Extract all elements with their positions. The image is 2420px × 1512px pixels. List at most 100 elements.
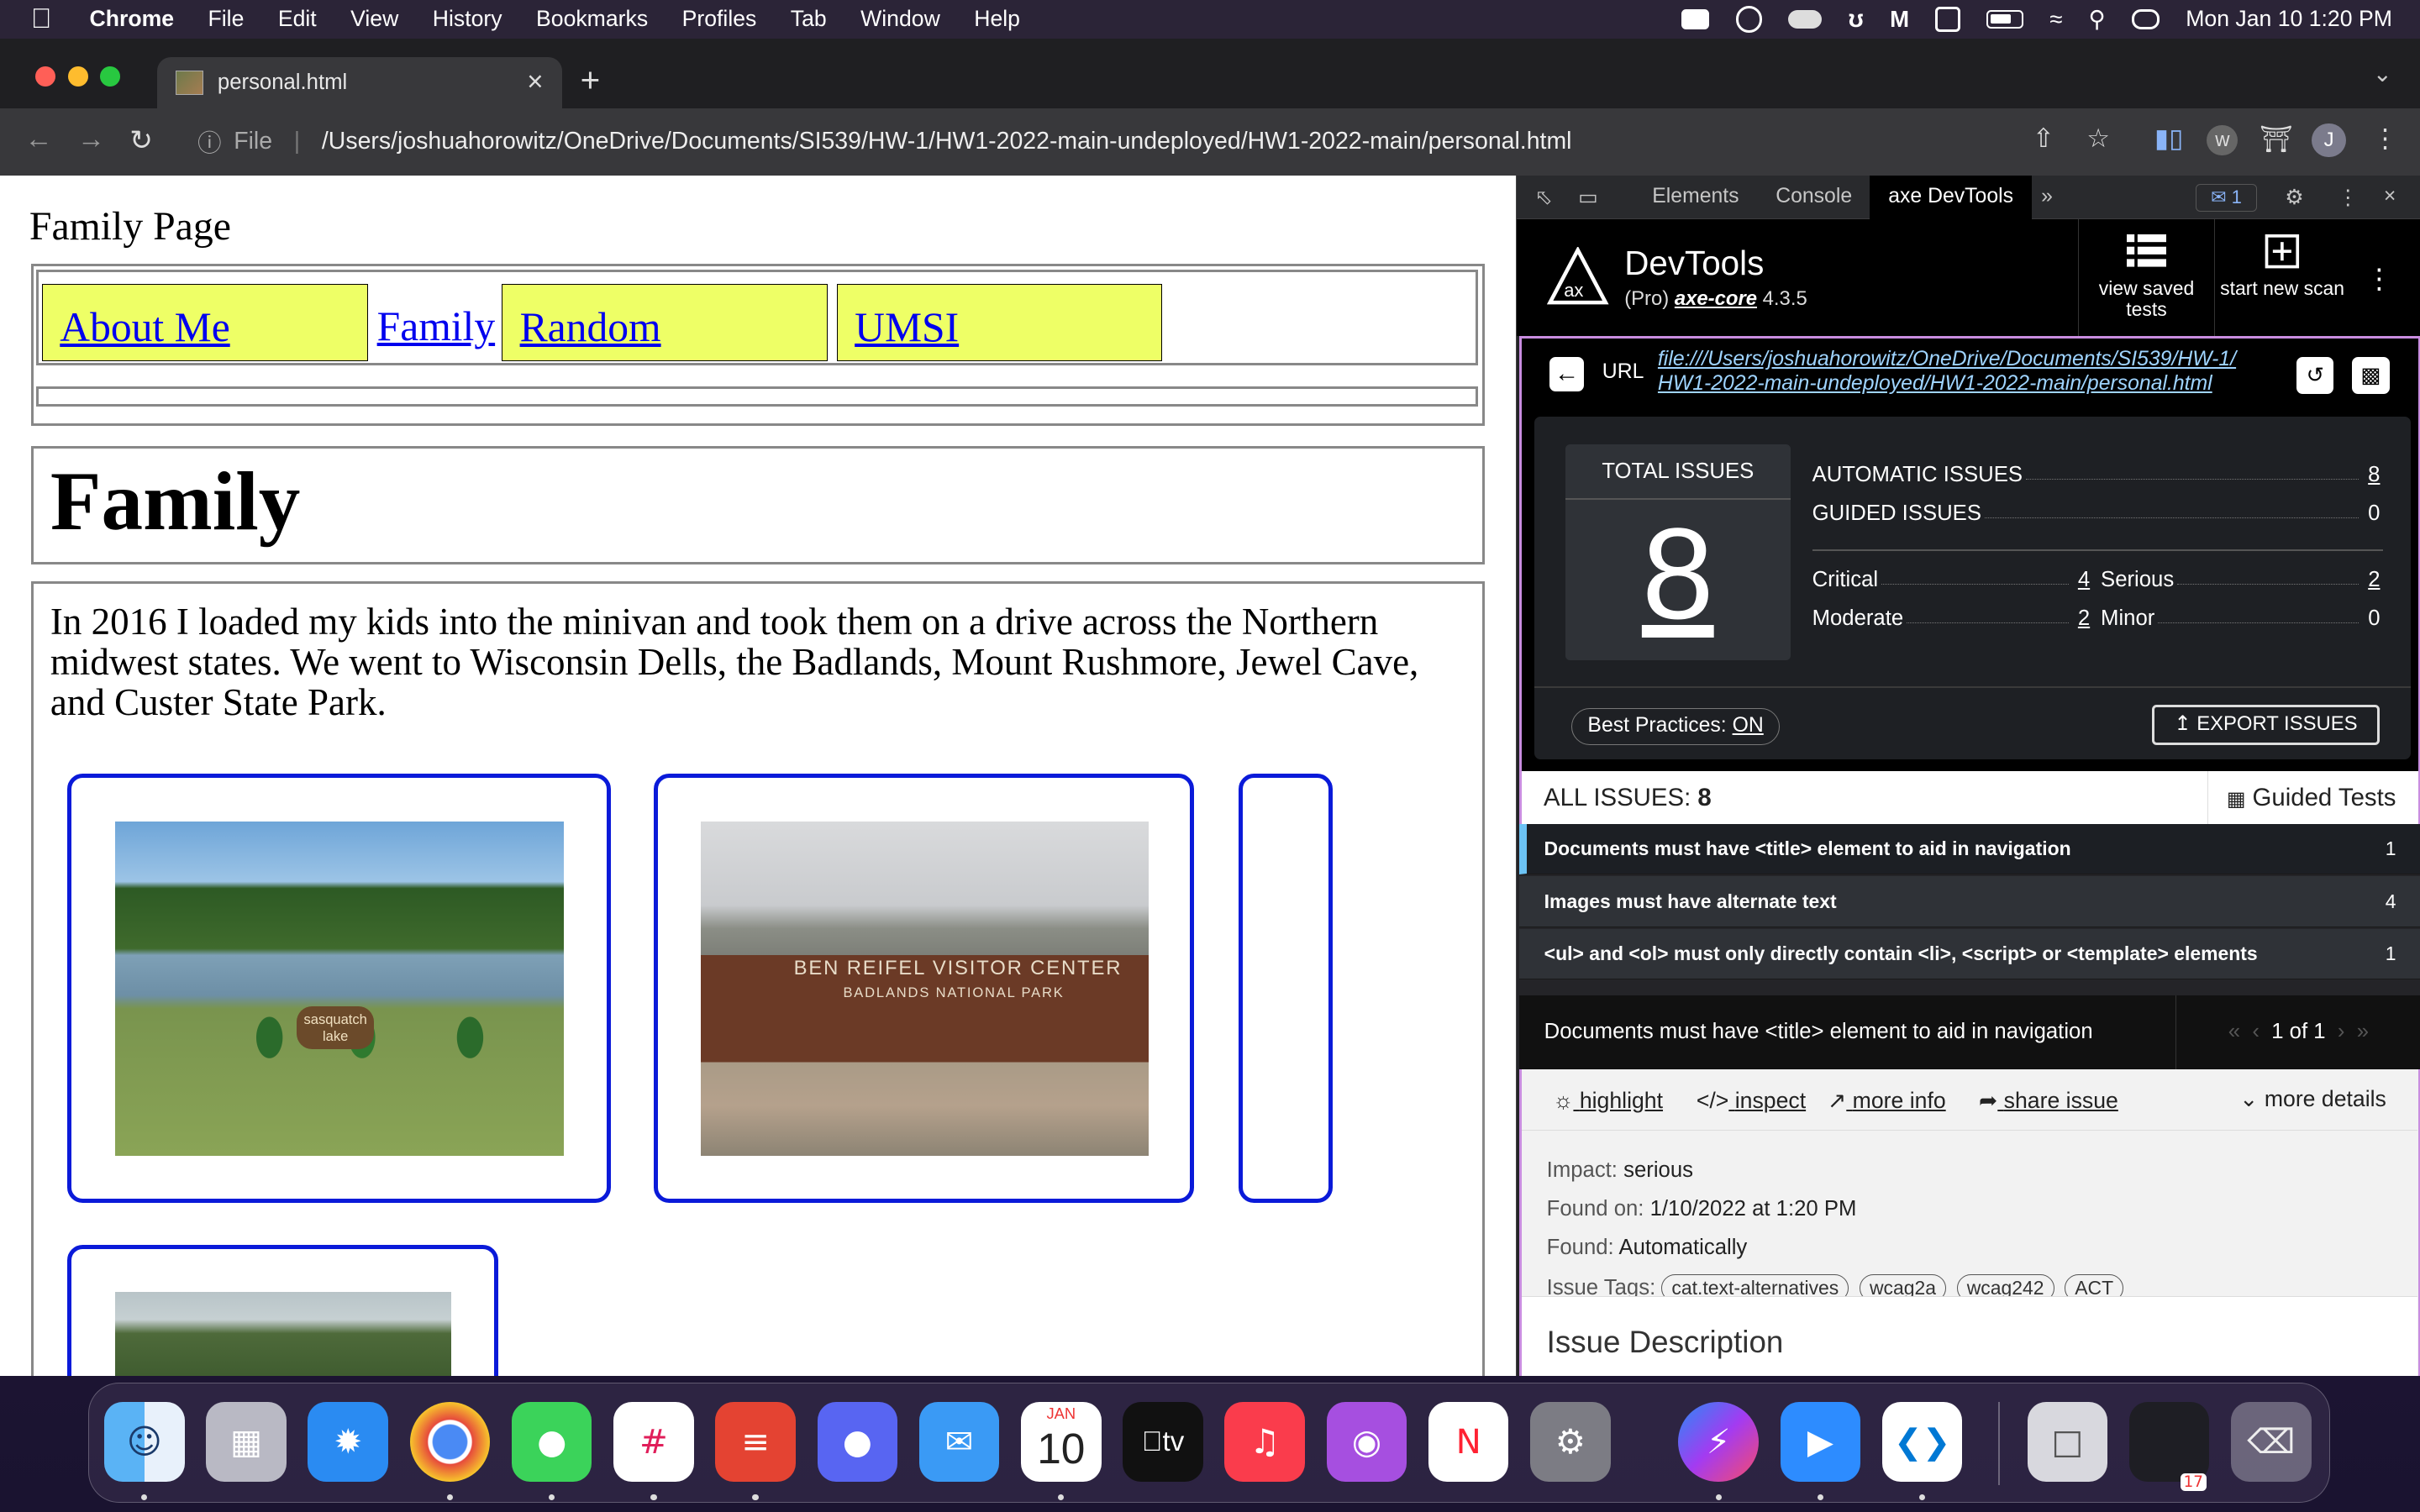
- zoom-icon[interactable]: ▶: [1780, 1401, 1861, 1483]
- menu-edit[interactable]: Edit: [278, 6, 317, 32]
- close-tab-icon[interactable]: ×: [527, 66, 543, 98]
- critical-count[interactable]: 4: [2078, 568, 2090, 592]
- last-page-icon[interactable]: »: [2357, 1020, 2369, 1043]
- battery-icon[interactable]: [1986, 9, 2023, 29]
- minimize-window-button[interactable]: [67, 66, 88, 87]
- save-scan-icon[interactable]: ▩: [2352, 357, 2390, 395]
- documents-folder-icon[interactable]: □: [2027, 1401, 2108, 1483]
- devtools-menu-icon[interactable]: ⋮: [2338, 185, 2359, 210]
- clock[interactable]: Mon Jan 10 1:20 PM: [2186, 6, 2392, 32]
- next-page-icon[interactable]: ›: [2338, 1020, 2345, 1043]
- more-details-toggle[interactable]: ⌄ more details: [2239, 1086, 2386, 1112]
- first-page-icon[interactable]: «: [2228, 1020, 2240, 1043]
- settings-gear-icon[interactable]: ⚙: [2285, 185, 2303, 210]
- menu-history[interactable]: History: [433, 6, 502, 32]
- recent-screenshot-icon[interactable]: 17: [2128, 1401, 2210, 1492]
- menu-app-name[interactable]: Chrome: [89, 6, 174, 32]
- view-saved-tests-button[interactable]: view saved tests: [2078, 218, 2214, 337]
- wifi-icon[interactable]: ≈: [2049, 6, 2062, 33]
- menu-tab[interactable]: Tab: [791, 6, 827, 32]
- tab-axe-devtools[interactable]: axe DevTools: [1870, 176, 2033, 219]
- close-window-button[interactable]: [35, 66, 56, 87]
- chrome-icon[interactable]: [409, 1401, 491, 1483]
- trash-icon[interactable]: ⌫: [2231, 1401, 2312, 1483]
- tab-elements[interactable]: Elements: [1652, 185, 1739, 208]
- site-info-icon[interactable]: ⓘ: [197, 124, 221, 159]
- menu-help[interactable]: Help: [974, 6, 1020, 32]
- share-icon[interactable]: ⇧: [2033, 123, 2054, 154]
- rescan-icon[interactable]: ↺: [2296, 357, 2334, 395]
- control-center-icon[interactable]: [2131, 9, 2160, 29]
- issue-row[interactable]: <ul> and <ol> must only directly contain…: [1519, 928, 2420, 980]
- start-new-scan-button[interactable]: start new scan: [2213, 218, 2350, 337]
- device-toolbar-icon[interactable]: ▭: [1578, 185, 1597, 210]
- best-practices-value[interactable]: ON: [1733, 714, 1764, 737]
- zoom-tray-icon[interactable]: [1681, 9, 1710, 29]
- forward-icon[interactable]: →: [77, 123, 105, 155]
- system-preferences-icon[interactable]: ⚙: [1530, 1401, 1611, 1483]
- share-issue-button[interactable]: ➦ share issue: [1979, 1088, 2118, 1114]
- finder-icon[interactable]: ☺: [104, 1401, 185, 1483]
- podcasts-icon[interactable]: ◉: [1326, 1401, 1407, 1483]
- vscode-icon[interactable]: ❮❯: [1881, 1401, 1963, 1483]
- issue-row[interactable]: Documents must have <title> element to a…: [1519, 823, 2420, 875]
- calendar-icon[interactable]: JAN 10: [1021, 1401, 1102, 1483]
- safari-icon[interactable]: ✹: [308, 1401, 388, 1483]
- spotlight-icon[interactable]: ⚲: [2089, 6, 2106, 33]
- extensions-puzzle-icon[interactable]: ⛩: [2260, 123, 2293, 155]
- export-issues-button[interactable]: ↥ EXPORT ISSUES: [2151, 705, 2381, 746]
- highlight-button[interactable]: ☼ highlight: [1553, 1088, 1663, 1114]
- menu-window[interactable]: Window: [860, 6, 940, 32]
- mail-icon[interactable]: ✉: [918, 1401, 1000, 1483]
- nav-link-umsi[interactable]: UMSI: [836, 284, 1163, 362]
- messenger-icon[interactable]: ⚡: [1678, 1401, 1759, 1483]
- menu-file[interactable]: File: [208, 6, 245, 32]
- u-app-icon[interactable]: ʊ: [1849, 5, 1864, 34]
- slack-icon[interactable]: #: [613, 1401, 694, 1483]
- zoom-window-button[interactable]: [100, 66, 121, 87]
- new-tab-icon[interactable]: +: [581, 60, 601, 100]
- wave-extension-icon[interactable]: w: [2207, 124, 2238, 156]
- nav-link-family[interactable]: Family: [360, 284, 495, 361]
- moderate-count[interactable]: 2: [2078, 606, 2090, 631]
- music-icon[interactable]: ♫: [1224, 1401, 1305, 1483]
- inspect-button[interactable]: </> inspect: [1697, 1088, 1806, 1114]
- apple-tv-icon[interactable]: tv: [1123, 1401, 1203, 1483]
- menu-view[interactable]: View: [350, 6, 398, 32]
- extension-bars-icon[interactable]: ▮▯: [2154, 123, 2183, 154]
- close-devtools-icon[interactable]: ×: [2384, 185, 2396, 208]
- messages-icon[interactable]: ●: [511, 1401, 592, 1483]
- chrome-menu-icon[interactable]: ⋮: [2372, 123, 2398, 154]
- creative-cloud-icon[interactable]: [1735, 6, 1762, 33]
- prev-page-icon[interactable]: ‹: [2252, 1020, 2260, 1043]
- back-arrow-icon[interactable]: ←: [1549, 357, 1584, 391]
- best-practices-toggle[interactable]: Best Practices: ON: [1571, 708, 1781, 746]
- stack-icon[interactable]: [1935, 7, 1960, 32]
- cloud-icon[interactable]: [1788, 9, 1823, 29]
- nav-link-about-me[interactable]: About Me: [42, 284, 368, 362]
- discord-icon[interactable]: ●: [817, 1401, 898, 1483]
- menu-bookmarks[interactable]: Bookmarks: [536, 6, 648, 32]
- issue-row[interactable]: Images must have alternate text 4: [1519, 876, 2420, 927]
- inspect-element-icon[interactable]: ⬁: [1535, 185, 1553, 210]
- reload-icon[interactable]: ↻: [129, 123, 153, 157]
- more-tabs-icon[interactable]: »: [2041, 185, 2053, 208]
- todoist-icon[interactable]: ≡: [715, 1401, 796, 1483]
- tab-search-chevron-icon[interactable]: ⌄: [2373, 60, 2392, 87]
- address-bar[interactable]: ⓘ File | /Users/joshuahorowitz/OneDrive/…: [182, 118, 2143, 165]
- more-info-button[interactable]: ↗ more info: [1828, 1088, 1946, 1114]
- nav-link-random[interactable]: Random: [502, 284, 828, 362]
- axe-menu-icon[interactable]: ⋮: [2365, 262, 2393, 296]
- profile-avatar[interactable]: J: [2312, 123, 2346, 158]
- back-icon[interactable]: ←: [24, 123, 52, 155]
- guided-tests-button[interactable]: ▦ Guided Tests: [2207, 771, 2396, 824]
- m-app-icon[interactable]: M: [1890, 6, 1909, 33]
- messages-badge[interactable]: ✉ 1: [2195, 183, 2258, 212]
- axe-core-link[interactable]: axe-core: [1675, 287, 1757, 310]
- browser-tab[interactable]: personal.html ×: [157, 56, 562, 108]
- tab-console[interactable]: Console: [1776, 185, 1852, 208]
- bookmark-star-icon[interactable]: ☆: [2086, 123, 2110, 154]
- menu-profiles[interactable]: Profiles: [682, 6, 757, 32]
- automatic-issues-count[interactable]: 8: [2368, 463, 2380, 487]
- serious-count[interactable]: 2: [2368, 568, 2380, 592]
